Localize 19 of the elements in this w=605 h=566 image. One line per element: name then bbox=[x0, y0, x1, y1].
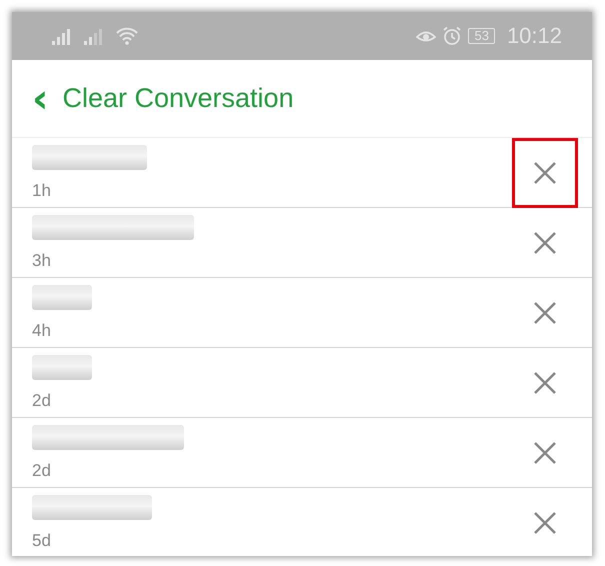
conversation-time: 1h bbox=[32, 180, 52, 200]
back-button[interactable]: ‹ bbox=[32, 78, 48, 118]
redacted-name bbox=[32, 284, 92, 310]
conversation-time: 4h bbox=[32, 320, 52, 340]
page-title: Clear Conversation bbox=[62, 83, 294, 114]
redacted-name bbox=[32, 354, 92, 380]
close-icon bbox=[534, 442, 556, 464]
close-icon bbox=[534, 372, 556, 394]
conversation-time: 2d bbox=[32, 390, 52, 410]
conversation-time: 3h bbox=[32, 250, 52, 270]
conversation-time: 5d bbox=[32, 530, 52, 550]
alarm-icon bbox=[442, 26, 462, 46]
close-icon bbox=[534, 302, 556, 324]
close-icon bbox=[534, 512, 556, 534]
clear-button[interactable] bbox=[512, 138, 578, 208]
close-icon bbox=[534, 232, 556, 254]
conversation-time: 2d bbox=[32, 460, 52, 480]
wifi-icon bbox=[116, 27, 138, 45]
close-icon bbox=[534, 162, 556, 184]
